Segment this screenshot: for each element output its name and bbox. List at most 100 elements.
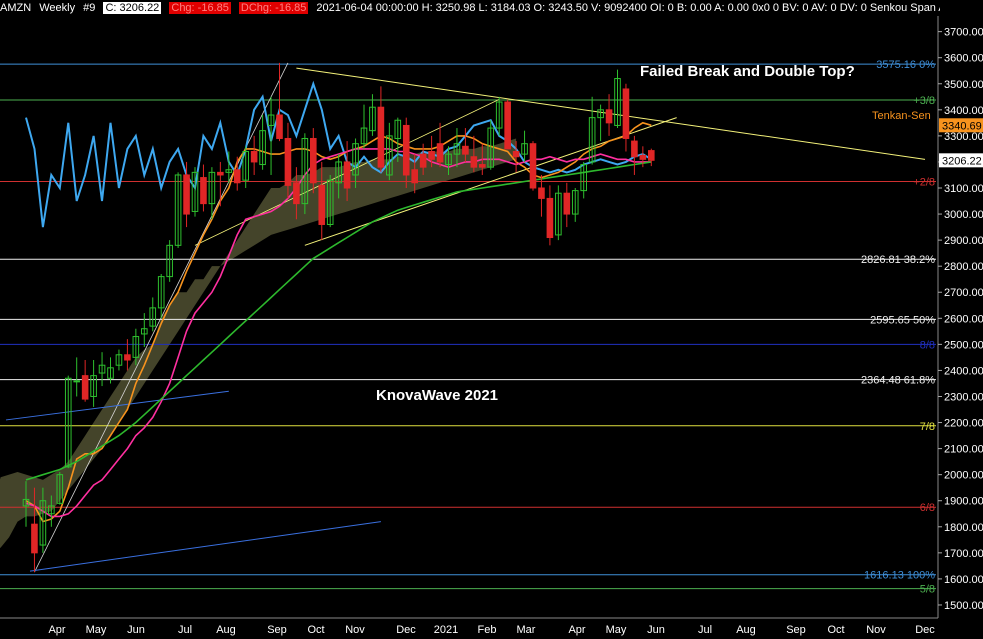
y-tick-label: 2300.00 bbox=[944, 391, 983, 403]
y-tick-label: 2400.00 bbox=[944, 365, 983, 377]
x-tick-label: Aug bbox=[736, 624, 756, 636]
price-marker-label: 3206.22 bbox=[942, 155, 982, 167]
candle-body bbox=[428, 151, 435, 160]
x-tick-label: Jul bbox=[178, 624, 192, 636]
y-tick-label: 3000.00 bbox=[944, 209, 983, 221]
y-tick-label: 3500.00 bbox=[944, 79, 983, 91]
x-tick-label: May bbox=[606, 624, 627, 636]
candle-body bbox=[217, 171, 224, 176]
header-bar: AMZN Weekly #9 C: 3206.22 Chg: -16.85 DC… bbox=[0, 0, 940, 16]
candle-body bbox=[563, 192, 571, 215]
candle-body bbox=[402, 124, 410, 176]
candle-body bbox=[276, 114, 283, 139]
level-label: 2595.65 50% bbox=[870, 314, 935, 326]
price-marker-label: 3340.69 bbox=[942, 120, 982, 132]
candle-body bbox=[318, 184, 326, 225]
candle-body bbox=[31, 523, 38, 554]
candle-body bbox=[512, 151, 520, 158]
watermark-text: KnovaWave 2021 bbox=[376, 387, 499, 404]
dchange-value: DChg: -16.85 bbox=[238, 2, 309, 14]
x-tick-label: Oct bbox=[827, 624, 844, 636]
candle-body bbox=[200, 177, 207, 205]
x-tick-label: Nov bbox=[345, 624, 365, 636]
candle-body bbox=[284, 137, 292, 186]
y-tick-label: 1800.00 bbox=[944, 522, 983, 534]
candle-body bbox=[183, 174, 190, 215]
candle-body bbox=[233, 169, 241, 184]
level-label: 2364.48 61.8% bbox=[861, 375, 935, 387]
level-label: +2/8 bbox=[913, 176, 935, 188]
level-label: 1616.13 100% bbox=[864, 570, 935, 582]
x-tick-label: Apr bbox=[48, 624, 65, 636]
x-tick-label: Jun bbox=[127, 624, 145, 636]
symbol-label: AMZN bbox=[0, 2, 32, 14]
x-tick-label: Dec bbox=[915, 624, 935, 636]
level-label: 2826.81 38.2% bbox=[861, 254, 935, 266]
y-tick-label: 2600.00 bbox=[944, 313, 983, 325]
candle-body bbox=[250, 151, 258, 163]
candle-body bbox=[377, 106, 385, 168]
x-tick-label: Jul bbox=[698, 624, 712, 636]
candle-body bbox=[73, 380, 81, 383]
y-tick-label: 3400.00 bbox=[944, 105, 983, 117]
x-tick-label: Dec bbox=[396, 624, 416, 636]
y-tick-label: 3300.00 bbox=[944, 131, 983, 143]
y-tick-label: 3700.00 bbox=[944, 27, 983, 39]
level-label: 7/8 bbox=[920, 421, 935, 433]
candle-body bbox=[343, 161, 351, 189]
y-tick-label: 2800.00 bbox=[944, 261, 983, 273]
candle-body bbox=[462, 145, 469, 155]
x-tick-label: Aug bbox=[216, 624, 236, 636]
y-tick-label: 1700.00 bbox=[944, 548, 983, 560]
candle-body bbox=[546, 197, 554, 239]
candle-body bbox=[639, 154, 647, 160]
bar-index-label: #9 bbox=[83, 2, 96, 14]
candle-body bbox=[310, 137, 317, 184]
x-tick-label: Sep bbox=[786, 624, 806, 636]
level-label: +3/8 bbox=[913, 95, 935, 107]
level-label: 8/8 bbox=[920, 339, 935, 351]
candle-body bbox=[504, 101, 511, 150]
y-tick-label: 2100.00 bbox=[944, 444, 983, 456]
y-tick-label: 2900.00 bbox=[944, 235, 983, 247]
x-tick-label: May bbox=[86, 624, 107, 636]
y-tick-label: 1600.00 bbox=[944, 574, 983, 586]
x-tick-label: Nov bbox=[866, 624, 886, 636]
y-tick-label: 1900.00 bbox=[944, 496, 983, 508]
bar-details: 2021-06-04 00:00:00 H: 3250.98 L: 3184.0… bbox=[316, 2, 940, 14]
x-tick-label: Oct bbox=[307, 624, 324, 636]
candle-body bbox=[124, 354, 131, 361]
change-value: Chg: -16.85 bbox=[169, 2, 231, 14]
y-tick-label: 2000.00 bbox=[944, 470, 983, 482]
x-tick-label: Mar bbox=[517, 624, 536, 636]
candle-body bbox=[605, 109, 613, 124]
level-label: 5/8 bbox=[920, 584, 935, 596]
x-tick-label: Feb bbox=[478, 624, 497, 636]
tenkan-sen-label: Tenkan-Sen bbox=[872, 110, 931, 122]
x-tick-label: Sep bbox=[267, 624, 287, 636]
y-tick-label: 2700.00 bbox=[944, 287, 983, 299]
candle-body bbox=[419, 153, 427, 168]
candle-body bbox=[470, 156, 478, 168]
candle-body bbox=[529, 143, 537, 189]
candle-body bbox=[81, 375, 89, 400]
candle-body bbox=[436, 143, 444, 163]
y-tick-label: 3100.00 bbox=[944, 183, 983, 195]
candle-body bbox=[538, 187, 545, 199]
close-value: C: 3206.22 bbox=[103, 2, 162, 14]
candle-body bbox=[648, 150, 655, 161]
x-tick-label: Apr bbox=[568, 624, 585, 636]
x-tick-label: 2021 bbox=[434, 624, 458, 636]
x-tick-label: Jun bbox=[647, 624, 665, 636]
candle-body bbox=[293, 182, 300, 205]
y-tick-label: 3600.00 bbox=[944, 53, 983, 65]
interval-label: Weekly bbox=[39, 2, 76, 14]
candle-body bbox=[411, 169, 418, 184]
candle-body bbox=[631, 140, 638, 158]
annotation-title: Failed Break and Double Top? bbox=[640, 63, 855, 80]
level-label: 6/8 bbox=[920, 502, 935, 514]
y-tick-label: 2500.00 bbox=[944, 339, 983, 351]
price-chart[interactable]: 3575.16 0% +3/8 +2/8 2826.81 38.2% 2595.65 5… bbox=[0, 0, 983, 639]
candle-body bbox=[622, 88, 630, 139]
y-tick-label: 2200.00 bbox=[944, 418, 983, 430]
